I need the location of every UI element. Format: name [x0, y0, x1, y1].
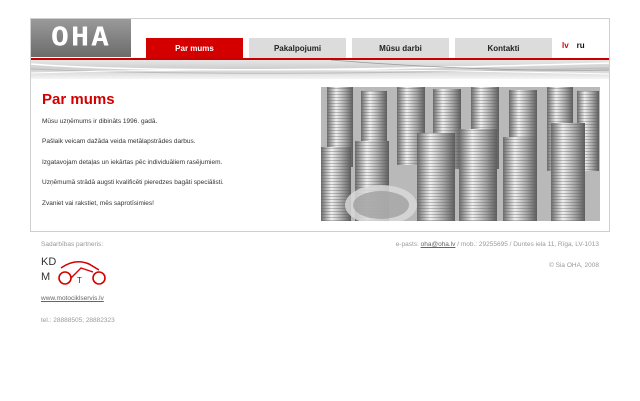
intro-paragraph: Izgatavojam detaļas un iekārtas pēc indi… [42, 158, 223, 166]
partner-label: Sadarbības partneris: [41, 241, 104, 248]
main-nav: Par mums Pakalpojumi Mūsu darbi Kontakti [146, 38, 558, 58]
svg-text:T: T [77, 276, 82, 285]
contact-details: / mob.: 29255695 / Duntes iela 11, Rīga,… [455, 241, 599, 248]
partner-website-link[interactable]: www.motociklservis.lv [41, 295, 115, 302]
partner-phone: tel.: 28888505; 28882323 [41, 317, 115, 324]
intro-text: Mūsu uzņēmums ir dibināts 1996. gadā. Pa… [42, 118, 312, 220]
intro-paragraph: Pašlaik veicam dažāda veida metālapstrād… [42, 138, 196, 146]
partner-block: Sadarbības partneris: KD M T www.motocik… [41, 241, 115, 324]
header-swoosh-decoration [31, 60, 609, 79]
contact-prefix: e-pasts: [395, 241, 421, 248]
kd-moto-logo-m: M [41, 271, 51, 283]
contact-block: e-pasts: oha@oha.lv / mob.: 29255695 / D… [396, 241, 599, 269]
page-title: Par mums [42, 91, 115, 108]
nav-item-par-mums[interactable]: Par mums [146, 38, 243, 58]
content-frame: OHA Par mums Pakalpojumi Mūsu darbi Kont… [30, 18, 610, 232]
site-logo[interactable]: OHA [31, 19, 131, 57]
contact-info: e-pasts: oha@oha.lv / mob.: 29255695 / D… [396, 241, 599, 248]
nav-item-musu-darbi[interactable]: Mūsu darbi [352, 38, 449, 58]
lang-ru-link[interactable]: ru [577, 41, 585, 50]
threaded-bolts-photo [321, 87, 600, 221]
email-link[interactable]: oha@oha.lv [421, 241, 456, 248]
intro-paragraph: Zvaniet vai rakstiet, mēs saprotīsimies! [42, 199, 154, 207]
bolts-illustration [321, 87, 600, 221]
intro-paragraph: Mūsu uzņēmums ir dibināts 1996. gadā. [42, 118, 158, 125]
nav-item-kontakti[interactable]: Kontakti [455, 38, 552, 58]
logo-text: OHA [50, 22, 112, 53]
motorcycle-icon: T [58, 260, 106, 285]
kd-moto-logo[interactable]: KD M T [41, 256, 111, 286]
copyright: © Sia OHA, 2008 [549, 262, 599, 269]
lang-lv-link[interactable]: lv [562, 41, 569, 50]
nav-item-pakalpojumi[interactable]: Pakalpojumi [249, 38, 346, 58]
kd-moto-logo-kd: KD [41, 256, 57, 268]
site-header: OHA Par mums Pakalpojumi Mūsu darbi Kont… [31, 19, 609, 79]
intro-paragraph: Uzņēmumā strādā augsti kvalificēti piere… [42, 179, 224, 187]
language-switcher: lv ru [562, 41, 585, 50]
